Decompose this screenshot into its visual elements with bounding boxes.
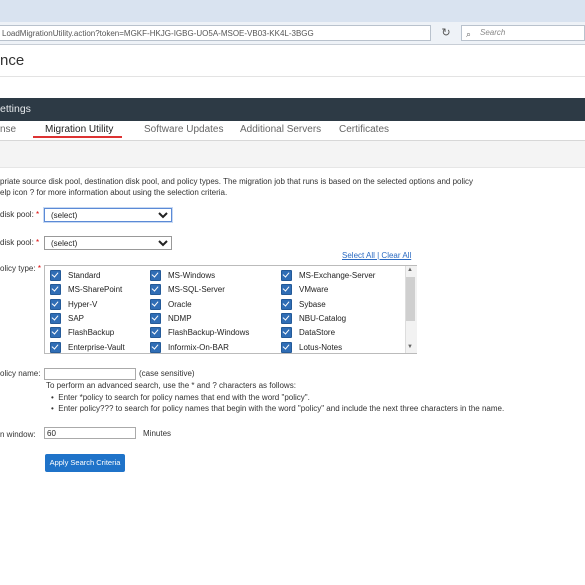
tab-software-updates[interactable]: Software Updates bbox=[144, 124, 224, 135]
advanced-search-bullet-2: • Enter policy??? to search for policy n… bbox=[51, 404, 505, 413]
policy-type-label: FlashBackup bbox=[68, 328, 115, 338]
advanced-search-bullet-1: • Enter *policy to search for policy nam… bbox=[51, 393, 310, 402]
policy-checkbox[interactable] bbox=[281, 284, 292, 296]
destination-disk-pool-label: disk pool: * bbox=[0, 238, 40, 247]
source-disk-pool-select[interactable]: (select) bbox=[43, 207, 173, 223]
tab-license[interactable]: nse bbox=[0, 124, 16, 135]
policy-type-label: SAP bbox=[68, 313, 85, 323]
tab-bar: nse Migration Utility Software Updates A… bbox=[0, 121, 585, 141]
policy-type-label: Sybase bbox=[299, 299, 326, 309]
policy-type-label: FlashBackup-Windows bbox=[168, 328, 250, 338]
policy-type-label: NDMP bbox=[168, 313, 192, 323]
policy-type-label: olicy type: * bbox=[0, 264, 41, 273]
policy-checkbox[interactable] bbox=[50, 270, 61, 281]
policy-type-label: MS-SharePoint bbox=[68, 285, 123, 295]
active-tab-indicator bbox=[33, 136, 122, 138]
policy-type-label: Hyper-V bbox=[68, 299, 98, 309]
source-disk-pool-label: disk pool: * bbox=[0, 210, 40, 219]
policy-checkbox[interactable] bbox=[50, 341, 61, 353]
intro-text: priate source disk pool, destination dis… bbox=[0, 176, 585, 198]
destination-disk-pool-select[interactable]: (select) bbox=[44, 236, 172, 250]
policy-type-label: DataStore bbox=[299, 328, 336, 338]
browser-search-field[interactable]: ⌕ Search bbox=[461, 25, 585, 41]
policy-type-label: MS-Windows bbox=[168, 271, 216, 280]
policy-checkbox[interactable] bbox=[150, 298, 161, 310]
window-unit-label: Minutes bbox=[143, 429, 172, 438]
divider bbox=[0, 76, 585, 77]
case-sensitive-note: (case sensitive) bbox=[139, 369, 195, 378]
tab-additional-servers[interactable]: Additional Servers bbox=[240, 124, 321, 135]
policy-type-label: Informix-On-BAR bbox=[168, 342, 229, 352]
scroll-down-icon[interactable]: ▼ bbox=[407, 344, 413, 350]
policy-checkbox[interactable] bbox=[150, 312, 161, 324]
intro-line-1: priate source disk pool, destination dis… bbox=[0, 177, 474, 186]
policy-checkbox[interactable] bbox=[281, 327, 292, 339]
migration-window-input[interactable]: 60 bbox=[44, 427, 136, 439]
advanced-search-intro: To perform an advanced search, use the *… bbox=[46, 381, 296, 390]
url-field[interactable]: LoadMigrationUtility.action?token=MGKF-H… bbox=[0, 25, 431, 41]
section-bar: ettings bbox=[0, 98, 585, 121]
policy-checkbox[interactable] bbox=[150, 341, 161, 353]
browser-title-bar bbox=[0, 0, 585, 22]
policy-checkbox[interactable] bbox=[150, 327, 161, 339]
scroll-up-icon[interactable]: ▲ bbox=[407, 267, 413, 273]
intro-line-2: elp icon ? for more information about us… bbox=[0, 188, 228, 197]
search-icon: ⌕ bbox=[466, 29, 472, 39]
policy-checkbox[interactable] bbox=[50, 284, 61, 296]
tab-certificates[interactable]: Certificates bbox=[339, 124, 389, 135]
select-all-clear-all-link[interactable]: Select All | Clear All bbox=[342, 251, 411, 260]
policy-type-label: Enterprise-Vault bbox=[68, 342, 125, 352]
migration-window-label: n window: bbox=[0, 430, 36, 439]
apply-search-criteria-button[interactable]: Apply Search Criteria bbox=[45, 454, 125, 472]
tab-migration-utility[interactable]: Migration Utility bbox=[45, 124, 113, 135]
reload-icon[interactable]: ↻ bbox=[436, 25, 456, 41]
policy-type-label: Standard bbox=[68, 271, 101, 280]
policy-type-label: VMware bbox=[299, 285, 329, 295]
policy-checkbox[interactable] bbox=[150, 270, 161, 281]
policy-type-label: Oracle bbox=[168, 299, 192, 309]
policy-checkbox[interactable] bbox=[281, 312, 292, 324]
policy-name-input[interactable] bbox=[44, 368, 136, 380]
policy-checkbox[interactable] bbox=[50, 327, 61, 339]
policy-checkbox[interactable] bbox=[281, 341, 292, 353]
toolbar-strip bbox=[0, 141, 585, 168]
policy-checkbox[interactable] bbox=[281, 270, 292, 281]
policy-checkbox[interactable] bbox=[150, 284, 161, 296]
policy-type-label: MS-SQL-Server bbox=[168, 285, 225, 295]
policy-checkbox[interactable] bbox=[281, 298, 292, 310]
policy-type-label: NBU-Catalog bbox=[299, 313, 347, 323]
search-placeholder: Search bbox=[480, 28, 506, 37]
policy-name-label: olicy name: bbox=[0, 369, 41, 378]
app-title: nce bbox=[0, 52, 25, 69]
scrollbar-thumb[interactable] bbox=[406, 277, 415, 321]
policy-type-label: MS-Exchange-Server bbox=[299, 271, 376, 280]
policy-checkbox[interactable] bbox=[50, 298, 61, 310]
policy-type-list: Standard MS-Windows MS-Exchange-Server MS-S… bbox=[44, 265, 417, 354]
policy-type-label: Lotus-Notes bbox=[299, 342, 343, 352]
policy-checkbox[interactable] bbox=[50, 312, 61, 324]
